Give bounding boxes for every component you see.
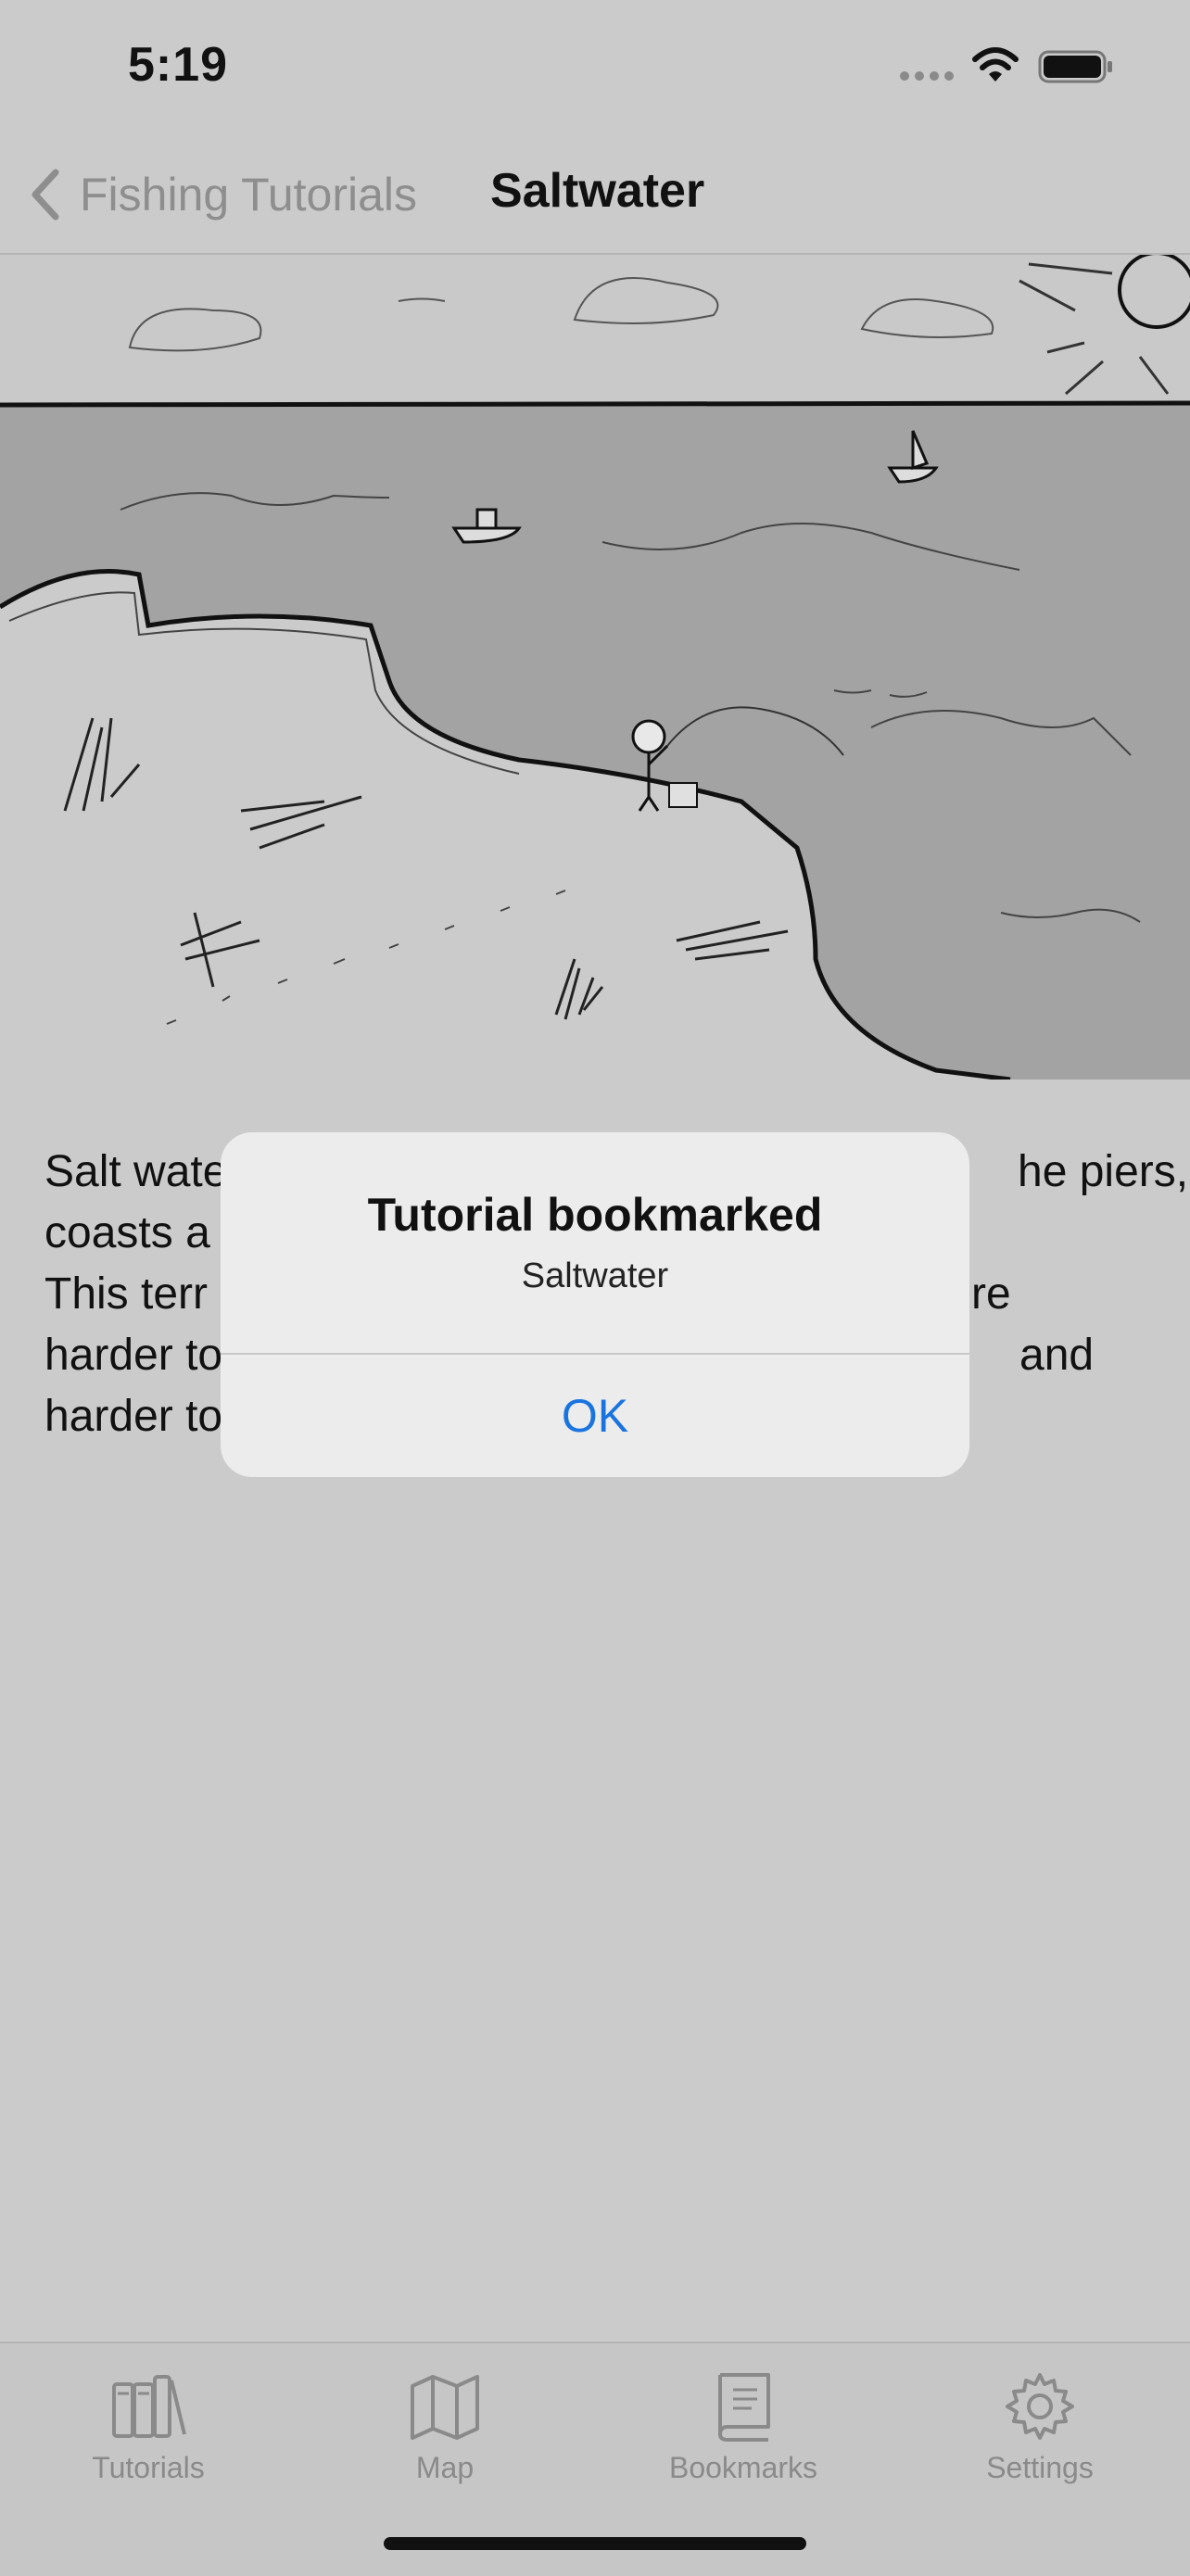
body-line: This terr: [44, 1269, 209, 1319]
status-time: 5:19: [128, 38, 229, 92]
alert-title: Tutorial bookmarked: [367, 1189, 823, 1241]
cellular-signal-icon: [900, 71, 954, 81]
tab-label: Tutorials: [92, 2451, 205, 2484]
battery-icon: [1038, 50, 1112, 83]
body-line: he piers,: [1018, 1147, 1189, 1196]
body-line: coasts a: [44, 1208, 210, 1257]
body-line: re: [971, 1269, 1011, 1319]
body-line: harder to: [44, 1392, 223, 1441]
tab-label: Map: [415, 2451, 475, 2484]
body-line: and: [1019, 1331, 1095, 1380]
books-icon: [112, 2375, 186, 2438]
tab-tutorials[interactable]: Tutorials: [37, 2371, 260, 2501]
saltwater-illustration: [0, 255, 1190, 1080]
body-line: Salt wate: [44, 1147, 228, 1196]
map-icon: [411, 2375, 479, 2440]
chevron-left-icon: [32, 169, 59, 221]
tab-settings[interactable]: Settings: [929, 2371, 1151, 2501]
tab-bookmarks[interactable]: Bookmarks: [632, 2371, 855, 2501]
body-line: harder to: [44, 1331, 223, 1380]
tab-label: Bookmarks: [668, 2451, 818, 2484]
navigation-bar: Fishing Tutorials Saltwater: [0, 139, 1190, 255]
gear-icon: [1006, 2373, 1074, 2440]
ok-button[interactable]: OK: [221, 1355, 969, 1477]
tab-map[interactable]: Map: [334, 2371, 556, 2501]
tab-label: Settings: [986, 2451, 1094, 2484]
wifi-icon: [972, 47, 1019, 82]
book-icon: [718, 2373, 770, 2442]
back-label: Fishing Tutorials: [80, 169, 418, 221]
status-bar: 5:19: [0, 0, 1190, 139]
home-indicator[interactable]: [384, 2537, 806, 2550]
bookmark-alert: Tutorial bookmarked Saltwater OK: [221, 1132, 969, 1477]
alert-message: Saltwater: [521, 1256, 669, 1295]
page-title: Saltwater: [490, 164, 705, 218]
back-button[interactable]: Fishing Tutorials: [28, 158, 417, 232]
